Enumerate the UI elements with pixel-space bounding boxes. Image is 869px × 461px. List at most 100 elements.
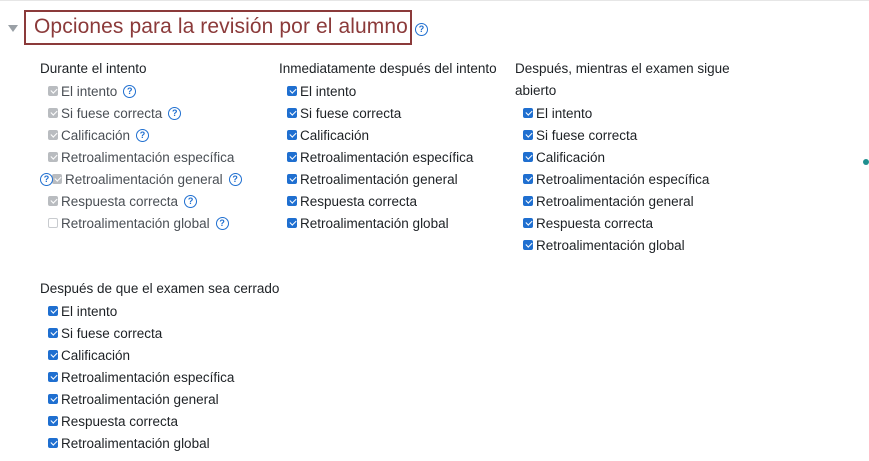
- column-heading-open-line1: Después, mientras el examen sigue: [515, 61, 730, 76]
- checkbox-immediately-correctness[interactable]: [287, 108, 297, 118]
- checkbox-closed-marks[interactable]: [48, 350, 58, 360]
- checkbox-immediately-attempt[interactable]: [287, 86, 297, 96]
- option-closed-correctness[interactable]: Si fuese correcta: [40, 322, 279, 344]
- option-closed-specific-feedback[interactable]: Retroalimentación específica: [40, 366, 279, 388]
- option-label: Retroalimentación general: [65, 171, 223, 187]
- option-immediately-general-feedback[interactable]: Retroalimentación general: [279, 168, 497, 190]
- top-divider: [0, 0, 869, 1]
- option-label: Respuesta correcta: [61, 193, 179, 209]
- option-open-right-answer[interactable]: Respuesta correcta: [515, 212, 730, 234]
- option-open-overall-feedback[interactable]: Retroalimentación global: [515, 234, 730, 256]
- checkbox-closed-specific-feedback[interactable]: [48, 372, 58, 382]
- column-immediately: Inmediatamente después del intento El in…: [279, 58, 497, 234]
- option-label: Retroalimentación general: [300, 171, 458, 187]
- option-label: El intento: [300, 83, 357, 99]
- checkbox-closed-general-feedback[interactable]: [48, 394, 58, 404]
- section-title: Opciones para la revisión por el alumno: [34, 14, 408, 38]
- checkbox-closed-overall-feedback[interactable]: [48, 438, 58, 448]
- checkbox-open-overall-feedback[interactable]: [523, 240, 533, 250]
- option-label: Respuesta correcta: [61, 413, 179, 429]
- option-immediately-specific-feedback[interactable]: Retroalimentación específica: [279, 146, 497, 168]
- question-circle-icon[interactable]: ?: [40, 172, 53, 186]
- question-circle-icon[interactable]: ?: [414, 22, 428, 36]
- checkbox-open-right-answer[interactable]: [523, 218, 533, 228]
- question-circle-icon[interactable]: ?: [168, 106, 182, 120]
- option-label: Calificación: [300, 127, 370, 143]
- option-closed-right-answer[interactable]: Respuesta correcta: [40, 410, 279, 432]
- question-circle-icon[interactable]: ?: [184, 194, 198, 208]
- checkbox-open-marks[interactable]: [523, 152, 533, 162]
- checkbox-open-attempt[interactable]: [523, 108, 533, 118]
- column-heading-during: Durante el intento: [40, 61, 147, 76]
- option-during-overall-feedback: Retroalimentación global ?: [40, 212, 242, 234]
- option-open-marks[interactable]: Calificación: [515, 146, 730, 168]
- option-label: Si fuese correcta: [61, 325, 163, 341]
- option-open-specific-feedback[interactable]: Retroalimentación específica: [515, 168, 730, 190]
- option-immediately-attempt[interactable]: El intento: [279, 80, 497, 102]
- checkbox-open-general-feedback[interactable]: [523, 196, 533, 206]
- option-label: Si fuese correcta: [536, 127, 638, 143]
- checkbox-immediately-specific-feedback[interactable]: [287, 152, 297, 162]
- option-label: Retroalimentación específica: [300, 149, 474, 165]
- checkbox-immediately-marks[interactable]: [287, 130, 297, 140]
- checkbox-open-specific-feedback[interactable]: [523, 174, 533, 184]
- column-heading-open-line2: abierto: [515, 83, 557, 98]
- checkbox-open-correctness[interactable]: [523, 130, 533, 140]
- checkbox-during-general-feedback: [52, 174, 62, 184]
- checkbox-during-attempt: [48, 86, 58, 96]
- column-heading-closed: Después de que el examen sea cerrado: [40, 281, 280, 296]
- checkbox-during-correctness: [48, 108, 58, 118]
- section-title-box[interactable]: Opciones para la revisión por el alumno: [24, 9, 412, 45]
- checkbox-closed-right-answer[interactable]: [48, 416, 58, 426]
- question-circle-icon[interactable]: ?: [215, 216, 229, 230]
- column-open: Después, mientras el examen sigue abiert…: [515, 58, 730, 256]
- caret-down-icon[interactable]: [8, 24, 18, 32]
- option-immediately-overall-feedback[interactable]: Retroalimentación global: [279, 212, 497, 234]
- checkbox-during-specific-feedback: [48, 152, 58, 162]
- option-label: Retroalimentación específica: [536, 171, 710, 187]
- option-label: Calificación: [536, 149, 606, 165]
- option-immediately-correctness[interactable]: Si fuese correcta: [279, 102, 497, 124]
- option-label: Si fuese correcta: [61, 105, 163, 121]
- checkbox-immediately-overall-feedback[interactable]: [287, 218, 297, 228]
- edge-marker: [863, 159, 869, 165]
- option-open-attempt[interactable]: El intento: [515, 102, 730, 124]
- option-label: El intento: [61, 303, 118, 319]
- option-during-marks: Calificación ?: [40, 124, 242, 146]
- checkbox-immediately-general-feedback[interactable]: [287, 174, 297, 184]
- option-label: Retroalimentación global: [300, 215, 449, 231]
- option-open-general-feedback[interactable]: Retroalimentación general: [515, 190, 730, 212]
- option-label: Retroalimentación específica: [61, 369, 235, 385]
- option-label: Calificación: [61, 127, 131, 143]
- option-immediately-right-answer[interactable]: Respuesta correcta: [279, 190, 497, 212]
- checkbox-immediately-right-answer[interactable]: [287, 196, 297, 206]
- column-heading-immediately: Inmediatamente después del intento: [279, 61, 497, 76]
- column-closed: Después de que el examen sea cerrado El …: [40, 278, 279, 454]
- option-label: Retroalimentación global: [536, 237, 685, 253]
- option-label: El intento: [536, 105, 593, 121]
- option-closed-marks[interactable]: Calificación: [40, 344, 279, 366]
- option-open-correctness[interactable]: Si fuese correcta: [515, 124, 730, 146]
- option-during-general-feedback: ? Retroalimentación general ?: [40, 168, 242, 190]
- checkbox-during-right-answer: [48, 196, 58, 206]
- option-immediately-marks[interactable]: Calificación: [279, 124, 497, 146]
- option-closed-general-feedback[interactable]: Retroalimentación general: [40, 388, 279, 410]
- option-label: Retroalimentación general: [536, 193, 694, 209]
- question-circle-icon[interactable]: ?: [228, 172, 242, 186]
- question-circle-icon[interactable]: ?: [136, 128, 150, 142]
- option-closed-overall-feedback[interactable]: Retroalimentación global: [40, 432, 279, 454]
- option-label: El intento: [61, 83, 118, 99]
- option-label: Respuesta correcta: [536, 215, 654, 231]
- option-during-correctness: Si fuese correcta ?: [40, 102, 242, 124]
- question-circle-icon[interactable]: ?: [123, 84, 137, 98]
- checkbox-during-marks: [48, 130, 58, 140]
- section-header[interactable]: Opciones para la revisión por el alumno …: [8, 9, 428, 45]
- checkbox-during-overall-feedback: [48, 218, 58, 228]
- option-label: Retroalimentación específica: [61, 149, 235, 165]
- option-during-right-answer: Respuesta correcta ?: [40, 190, 242, 212]
- option-closed-attempt[interactable]: El intento: [40, 300, 279, 322]
- column-during: Durante el intento El intento ? Si fuese…: [40, 58, 242, 234]
- option-label: Retroalimentación global: [61, 435, 210, 451]
- checkbox-closed-correctness[interactable]: [48, 328, 58, 338]
- checkbox-closed-attempt[interactable]: [48, 306, 58, 316]
